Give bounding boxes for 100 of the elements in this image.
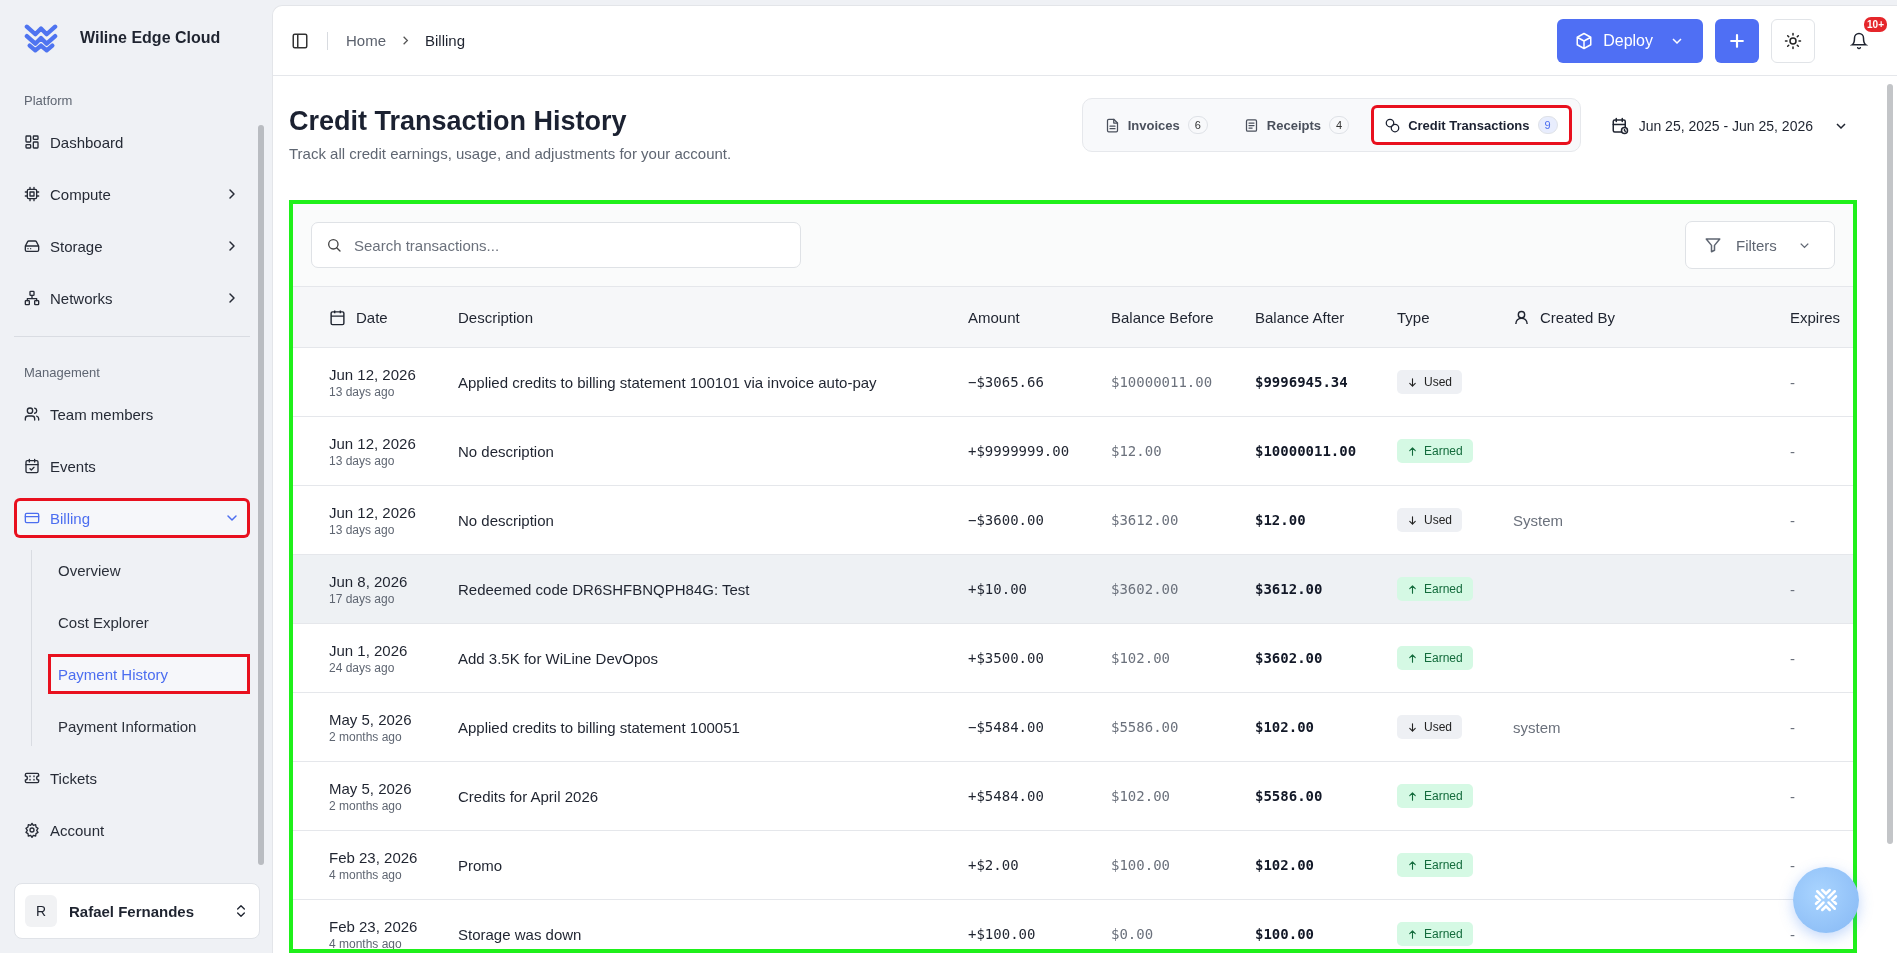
nav-subitem[interactable]: Payment Information [48,706,250,746]
balance-before-cell: $100.00 [1111,857,1170,873]
receipt-icon [1243,117,1259,133]
balance-after-cell: $10000011.00 [1255,443,1357,459]
description-cell: No description [458,511,554,529]
filters-button[interactable]: Filters [1685,221,1835,269]
ticket-icon [24,770,40,786]
relative-date: 13 days ago [329,384,396,399]
nav-item[interactable]: Compute [14,174,250,214]
nav-item[interactable]: Team members [14,394,250,434]
date-text: Jun 8, 2026 [329,572,409,590]
network-icon [24,290,40,306]
document-icon [1104,117,1120,133]
balance-before-cell: $12.00 [1111,443,1162,459]
notification-badge: 10+ [1864,16,1887,32]
nav-item[interactable]: Storage [14,226,250,266]
column-header[interactable]: Created By [1540,308,1616,326]
bell-icon[interactable] [1850,31,1868,50]
expires-cell: - [1790,925,1795,943]
amount-cell: +$100.00 [968,926,1036,942]
arrow-down-icon [1407,514,1418,526]
description-cell: Promo [458,856,503,874]
tab[interactable]: Invoices 6 [1090,105,1222,145]
balance-before-cell: $10000011.00 [1111,374,1213,390]
calendar-icon [24,458,40,474]
type-badge: Used [1397,715,1462,739]
date-text: Jun 12, 2026 [329,365,417,383]
user-menu[interactable]: R Rafael Fernandes [14,883,260,939]
arrow-up-icon [1407,445,1418,457]
created-by-cell: system [1513,718,1561,736]
tab[interactable]: Receipts 4 [1229,105,1364,145]
expires-cell: - [1790,787,1795,805]
date-text: Jun 12, 2026 [329,503,417,521]
column-header[interactable]: Balance Before [1111,308,1214,326]
amount-cell: +$3500.00 [968,650,1044,666]
dash-icon [24,134,40,150]
column-header[interactable]: Date [356,308,388,326]
column-header[interactable]: Balance After [1255,308,1345,326]
type-badge: Earned [1397,646,1473,670]
arrow-up-icon [1407,583,1418,595]
amount-cell: −$5484.00 [968,719,1044,735]
nav-subitem[interactable]: Overview [48,550,250,590]
nav-item[interactable]: Dashboard [14,122,250,162]
column-header[interactable]: Description [458,308,534,326]
expires-cell: - [1790,580,1795,598]
gear-icon [24,822,40,838]
coins-icon [1385,117,1401,133]
type-badge: Earned [1397,784,1473,808]
date-text: Feb 23, 2026 [329,917,419,935]
nav-item[interactable]: Billing [14,498,250,538]
breadcrumb-link[interactable]: Home [346,32,386,49]
balance-after-cell: $102.00 [1255,857,1314,873]
scrollbar[interactable] [258,125,264,865]
add-button[interactable] [1715,18,1759,63]
deploy-button[interactable]: Deploy [1557,18,1703,63]
tab[interactable]: Credit Transactions 9 [1371,105,1572,145]
scrollbar[interactable] [1887,84,1893,844]
balance-after-cell: $12.00 [1255,512,1306,528]
date-range-picker[interactable]: Jun 25, 2025 - Jun 25, 2026 [1600,98,1857,154]
nav-subitem[interactable]: Payment History [48,654,250,694]
column-header[interactable]: Expires [1790,308,1841,326]
filter-icon [1704,236,1722,254]
date-text: May 5, 2026 [329,779,413,797]
relative-date: 4 months ago [329,867,403,882]
balance-before-cell: $102.00 [1111,788,1170,804]
nav-item[interactable]: Events [14,446,250,486]
amount-cell: +$9999999.00 [968,443,1070,459]
search-field[interactable]: Search transactions... [311,222,801,268]
column-header[interactable]: Amount [968,308,1020,326]
user-icon [1513,308,1530,326]
date-text: Jun 1, 2026 [329,641,409,659]
calendar-icon [329,308,346,326]
search-input[interactable]: Search transactions... [352,235,786,255]
search-icon [326,237,342,253]
balance-after-cell: $9996945.34 [1255,374,1348,390]
theme-toggle-button[interactable] [1771,18,1815,63]
nav-item[interactable]: Account [14,810,250,850]
nav-item[interactable]: Networks [14,278,250,318]
amount-cell: +$2.00 [968,857,1019,873]
breadcrumb-link[interactable]: Billing [425,32,466,49]
relative-date: 24 days ago [329,660,396,675]
balance-before-cell: $3602.00 [1111,581,1179,597]
balance-before-cell: $3612.00 [1111,512,1179,528]
date-text: May 5, 2026 [329,710,413,728]
user-name: Rafael Fernandes [69,902,196,920]
amount-cell: −$3065.66 [968,374,1044,390]
page-subtitle: Track all credit earnings, usage, and adjustments for your account. [289,145,733,162]
nav-item[interactable]: Tickets [14,758,250,798]
description-cell: Add 3.5K for WiLine DevOpos [458,649,659,667]
amount-cell: −$3600.00 [968,512,1044,528]
compute-icon [24,186,40,202]
sidebar-toggle-icon[interactable] [291,31,309,50]
expires-cell: - [1790,373,1795,391]
sun-icon [1784,31,1802,50]
column-header[interactable]: Type [1397,308,1430,326]
nav-subitem[interactable]: Cost Explorer [48,602,250,642]
type-badge: Used [1397,370,1462,394]
description-cell: Redeemed code DR6SHFBNQPH84G: Test [458,580,750,598]
created-by-cell: System [1513,511,1563,529]
calendar-clock-icon [1610,117,1629,135]
